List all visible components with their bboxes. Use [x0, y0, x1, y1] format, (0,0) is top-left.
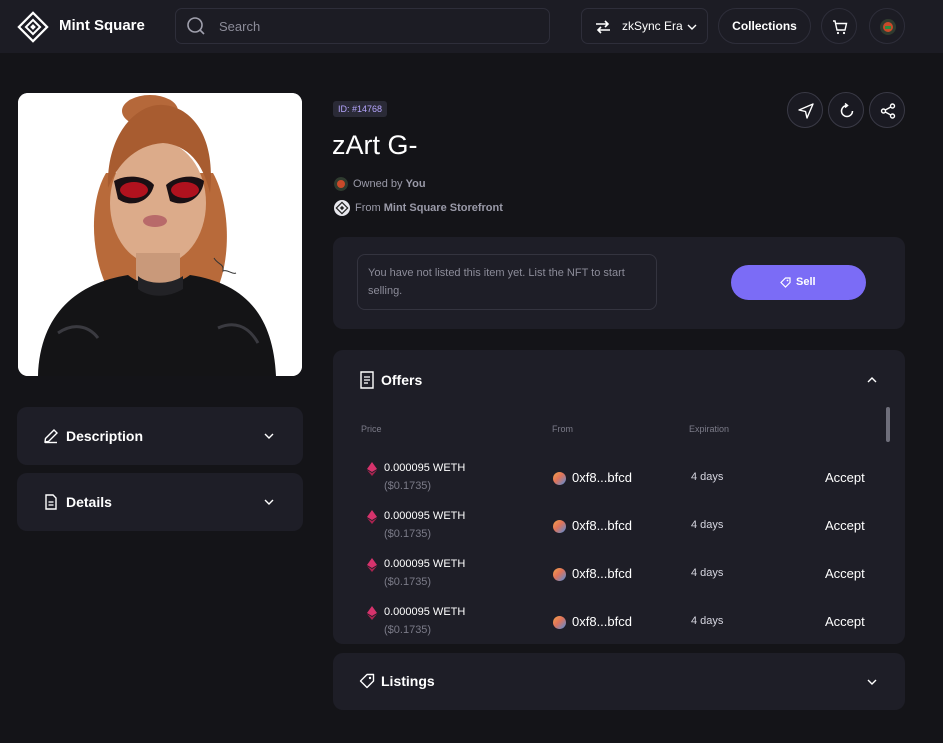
accept-offer-button[interactable]: Accept — [825, 566, 865, 581]
offer-row: 0.000095 WETH ($0.1735) 0xf8...bfcd 4 da… — [333, 552, 905, 600]
description-label: Description — [66, 428, 144, 444]
swap-icon — [596, 20, 610, 34]
eth-icon — [367, 606, 377, 620]
listings-title: Listings — [381, 673, 435, 689]
offer-price: 0.000095 WETH — [384, 462, 466, 474]
bidder-avatar — [553, 472, 566, 485]
bidder-avatar — [553, 520, 566, 533]
owner-link[interactable]: You — [406, 178, 426, 190]
offer-usd: ($0.1735) — [384, 624, 432, 636]
offer-expiration: 4 days — [691, 519, 724, 531]
sell-panel: You have not listed this item yet. List … — [333, 237, 905, 329]
tag-icon — [780, 277, 791, 288]
offer-price: 0.000095 WETH — [384, 510, 466, 522]
eth-icon — [367, 558, 377, 572]
account-avatar-button[interactable] — [869, 8, 905, 44]
collection-logo-icon — [334, 200, 350, 216]
nft-title: zArt G- — [332, 130, 418, 160]
offer-price: 0.000095 WETH — [384, 558, 466, 570]
column-header-price: Price — [361, 424, 382, 434]
network-selector[interactable]: zkSync Era — [581, 8, 708, 44]
details-accordion[interactable]: Details — [17, 473, 303, 531]
refresh-icon — [840, 102, 854, 118]
offer-row: 0.000095 WETH ($0.1735) 0xf8...bfcd 4 da… — [333, 456, 905, 504]
bidder-address[interactable]: 0xf8...bfcd — [572, 518, 632, 533]
chevron-down-icon — [867, 679, 877, 685]
chevron-down-icon — [687, 24, 697, 30]
collection-link[interactable]: Mint Square Storefront — [384, 202, 503, 214]
brand-name[interactable]: Mint Square — [59, 17, 145, 34]
avatar-icon — [880, 19, 896, 35]
share-icon — [880, 103, 896, 119]
offer-expiration: 4 days — [691, 471, 724, 483]
not-listed-note: You have not listed this item yet. List … — [357, 254, 657, 310]
offer-usd: ($0.1735) — [384, 576, 432, 588]
collections-button[interactable]: Collections — [718, 8, 811, 44]
logo-icon[interactable] — [17, 11, 49, 43]
cart-button[interactable] — [821, 8, 857, 44]
owner-avatar-icon — [334, 177, 348, 191]
owned-by-line: Owned by You — [353, 178, 426, 190]
bidder-avatar — [553, 616, 566, 629]
offer-price: 0.000095 WETH — [384, 606, 466, 618]
from-prefix: From — [355, 202, 381, 214]
column-header-from: From — [552, 424, 573, 434]
search-input[interactable]: Search — [219, 19, 260, 34]
bidder-address[interactable]: 0xf8...bfcd — [572, 566, 632, 581]
offer-row: 0.000095 WETH ($0.1735) 0xf8...bfcd 4 da… — [333, 600, 905, 644]
offers-title: Offers — [381, 372, 423, 388]
tag-icon — [359, 673, 375, 689]
nft-artwork[interactable] — [18, 93, 302, 376]
bidder-address[interactable]: 0xf8...bfcd — [572, 470, 632, 485]
cart-icon — [833, 20, 848, 35]
column-header-expiration: Expiration — [689, 424, 730, 434]
search-icon — [187, 17, 205, 35]
search-box[interactable]: Search — [175, 8, 550, 44]
transfer-button[interactable] — [787, 92, 823, 128]
collection-line: From Mint Square Storefront — [355, 202, 503, 214]
chevron-down-icon — [264, 433, 274, 439]
chevron-up-icon[interactable] — [866, 374, 878, 386]
offer-row: 0.000095 WETH ($0.1735) 0xf8...bfcd 4 da… — [333, 504, 905, 552]
offer-expiration: 4 days — [691, 615, 724, 627]
accept-offer-button[interactable]: Accept — [825, 614, 865, 629]
eth-icon — [367, 510, 377, 524]
offer-usd: ($0.1735) — [384, 528, 432, 540]
document-list-icon — [360, 371, 374, 389]
accept-offer-button[interactable]: Accept — [825, 470, 865, 485]
sell-button[interactable]: Sell — [731, 265, 866, 300]
owned-by-prefix: Owned by — [353, 178, 403, 190]
network-label: zkSync Era — [622, 19, 683, 33]
offers-panel: Offers Price From Expiration 0.000095 WE… — [333, 350, 905, 644]
offer-usd: ($0.1735) — [384, 480, 432, 492]
share-button[interactable] — [869, 92, 905, 128]
send-icon — [798, 103, 814, 119]
offers-scrollbar[interactable] — [886, 407, 890, 442]
token-id-badge: ID: #14768 — [333, 101, 388, 117]
eth-icon — [367, 462, 377, 476]
pencil-icon — [44, 429, 58, 444]
refresh-button[interactable] — [828, 92, 864, 128]
chevron-down-icon — [264, 499, 274, 505]
details-label: Details — [66, 494, 112, 510]
listings-accordion[interactable]: Listings — [333, 653, 905, 710]
description-accordion[interactable]: Description — [17, 407, 303, 465]
offer-expiration: 4 days — [691, 567, 724, 579]
accept-offer-button[interactable]: Accept — [825, 518, 865, 533]
document-icon — [45, 494, 57, 510]
bidder-address[interactable]: 0xf8...bfcd — [572, 614, 632, 629]
bidder-avatar — [553, 568, 566, 581]
sell-button-label: Sell — [796, 276, 816, 288]
top-navigation-bar: Mint Square Search zkSync Era Collection… — [0, 0, 943, 53]
